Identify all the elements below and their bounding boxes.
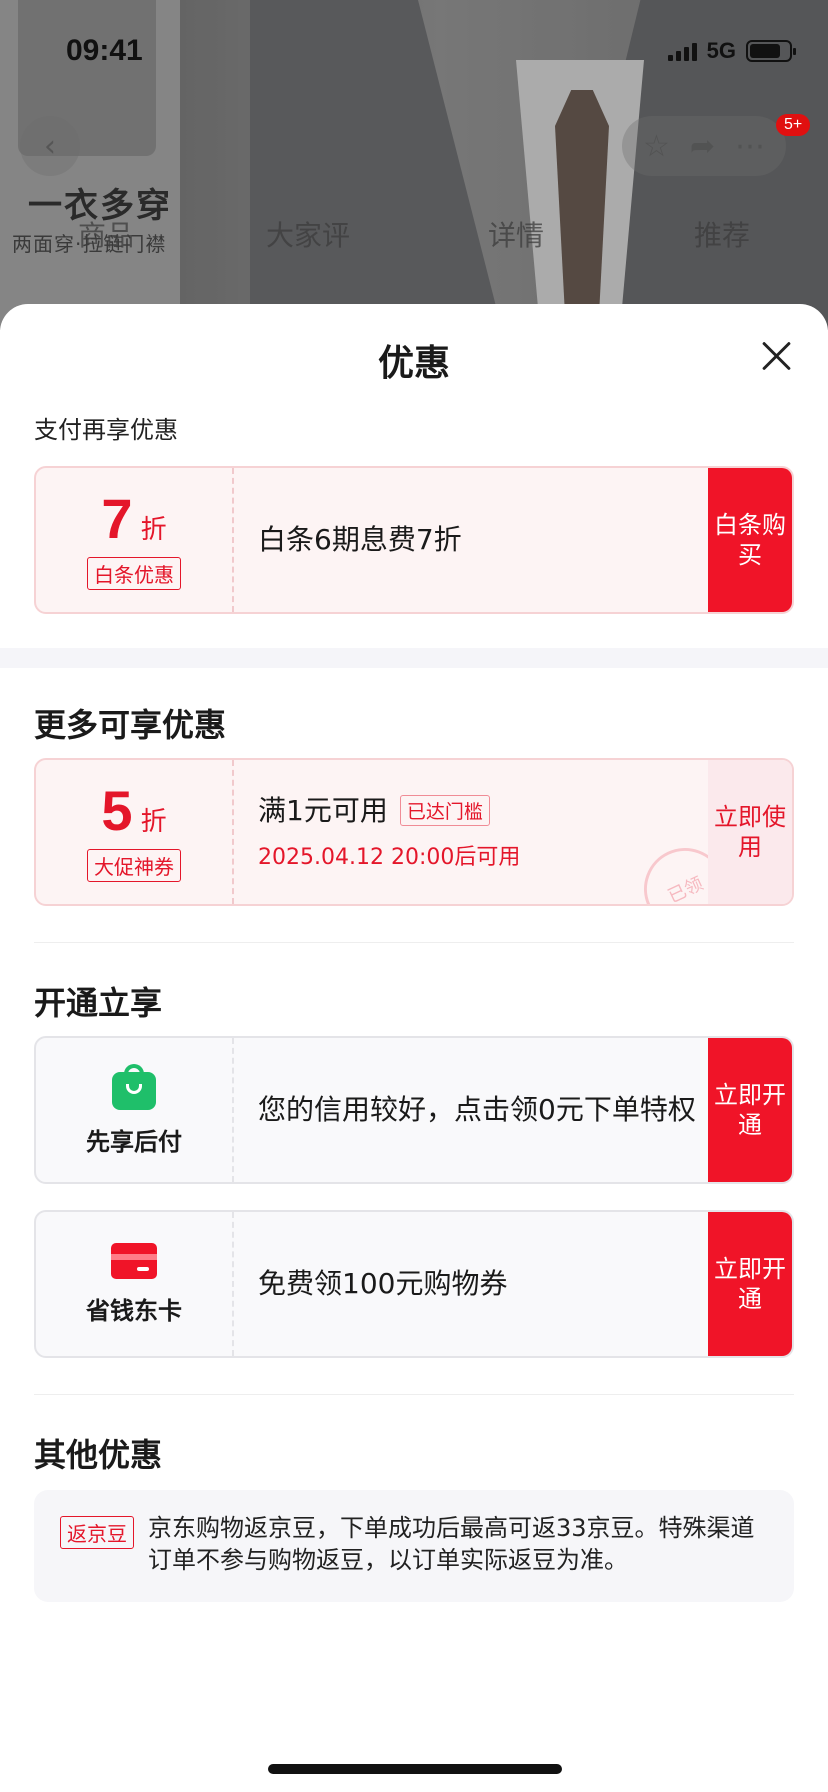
sheet-title: 优惠 (377, 343, 450, 384)
coupon-text: 白条6期息费7折 (258, 522, 462, 556)
other-section-heading: 其他优惠 (34, 1436, 163, 1474)
more-icon[interactable]: ⋯ (735, 129, 765, 164)
service-info: 免费领100元购物券 (258, 1212, 738, 1356)
divider (34, 1394, 794, 1395)
home-indicator[interactable] (268, 1764, 562, 1774)
card-divider (232, 468, 234, 612)
activate-pay-later-button[interactable]: 立即开通 (708, 1038, 792, 1182)
battery-icon (746, 40, 796, 62)
message-badge: 5+ (776, 114, 811, 136)
coupon-value: 5 折 大促神券 (36, 760, 232, 904)
credit-card-icon (111, 1242, 157, 1279)
network-type: 5G (706, 38, 736, 63)
discount-number: 7 (101, 486, 133, 550)
pay-later-card[interactable]: 先享后付 您的信用较好，点击领0元下单特权 立即开通 (34, 1036, 794, 1184)
coupon-value: 7 折 白条优惠 (36, 468, 232, 612)
threshold-status-badge: 已达门槛 (399, 795, 490, 827)
discount-unit: 折 (140, 514, 167, 545)
coupon-type-tag: 大促神券 (87, 848, 181, 882)
service-text: 免费领100元购物券 (258, 1266, 508, 1300)
rebate-text: 京东购物返京豆，下单成功后最高可返33京豆。特殊渠道订单不参与购物返豆，以订单实… (148, 1514, 755, 1575)
tab-product[interactable]: 商品 (78, 214, 134, 254)
savings-card-card[interactable]: 省钱东卡 免费领100元购物券 立即开通 (34, 1210, 794, 1358)
status-indicators: 5G (667, 38, 796, 64)
discount-number: 5 (101, 778, 133, 842)
back-button[interactable]: ‹ (20, 116, 80, 176)
coupon-info: 白条6期息费7折 (258, 468, 738, 612)
product-page-background: 09:41 5G ‹ ☆ ➦ ⋯ 5+ 一衣多穿 两面穿·拉链门襟 商品 大家评… (0, 0, 828, 330)
jingdou-rebate-box: 返京豆 京东购物返京豆，下单成功后最高可返33京豆。特殊渠道订单不参与购物返豆，… (34, 1490, 794, 1602)
baitiao-coupon-card[interactable]: 7 折 白条优惠 白条6期息费7折 白条购买 (34, 466, 794, 614)
signal-icon (667, 41, 697, 61)
service-label: 省钱东卡 (36, 1212, 232, 1356)
baitiao-buy-button[interactable]: 白条购买 (708, 468, 792, 612)
section-separator (0, 648, 828, 668)
tab-details[interactable]: 详情 (488, 214, 544, 254)
chevron-left-icon: ‹ (44, 128, 56, 164)
more-section-heading: 更多可享优惠 (34, 706, 227, 744)
discount-unit: 折 (140, 806, 167, 837)
card-divider (232, 1038, 234, 1182)
product-tabbar: 商品 大家评 详情 推荐 (0, 214, 828, 254)
coupon-threshold: 满1元可用 (258, 793, 388, 827)
open-section-heading: 开通立享 (34, 984, 163, 1022)
service-name: 省钱东卡 (86, 1296, 182, 1325)
close-icon[interactable] (760, 340, 792, 372)
tab-reviews[interactable]: 大家评 (266, 214, 350, 254)
card-divider (232, 1212, 234, 1356)
service-text: 您的信用较好，点击领0元下单特权 (258, 1092, 696, 1126)
promo-coupon-card[interactable]: 5 折 大促神券 满1元可用 已达门槛 2025.04.12 20:00后可用 … (34, 758, 794, 906)
rebate-tag: 返京豆 (60, 1516, 134, 1549)
pay-section-label: 支付再享优惠 (34, 416, 178, 444)
discount-sheet: 优惠 支付再享优惠 7 折 白条优惠 白条6期息费7折 白条购买 更多可享优惠 … (0, 304, 828, 1792)
service-name: 先享后付 (86, 1127, 182, 1156)
share-icon[interactable]: ➦ (690, 129, 715, 164)
service-label: 先享后付 (36, 1038, 232, 1182)
card-divider (232, 760, 234, 904)
star-icon[interactable]: ☆ (643, 129, 670, 164)
nav-actions: ☆ ➦ ⋯ (622, 116, 786, 176)
service-info: 您的信用较好，点击领0元下单特权 (258, 1038, 738, 1182)
coupon-type-tag: 白条优惠 (87, 556, 181, 590)
activate-savings-card-button[interactable]: 立即开通 (708, 1212, 792, 1356)
status-time: 09:41 (66, 34, 143, 67)
use-coupon-button[interactable]: 立即使用 (708, 760, 792, 904)
tab-recommend[interactable]: 推荐 (694, 214, 750, 254)
divider (34, 942, 794, 943)
shopping-bag-icon (112, 1063, 156, 1110)
